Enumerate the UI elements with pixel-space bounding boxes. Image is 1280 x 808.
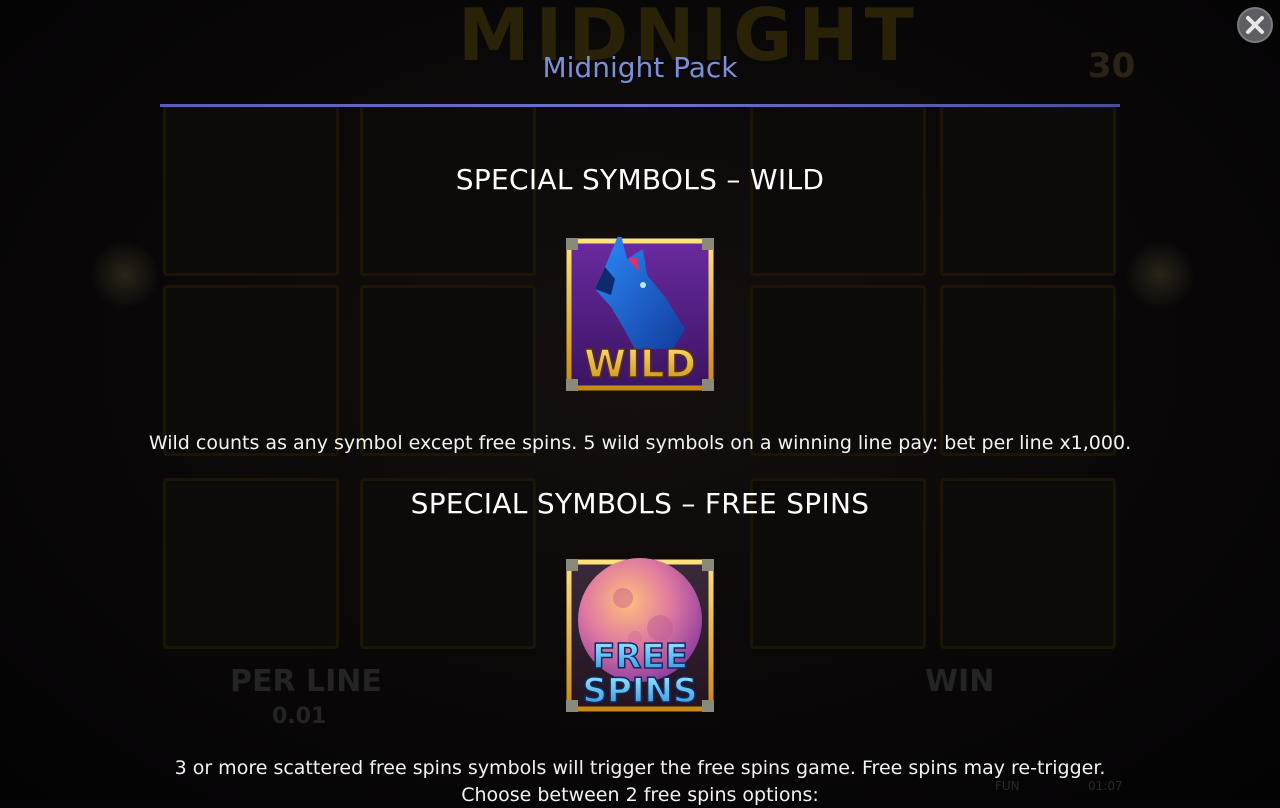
section-title-wild: SPECIAL SYMBOLS – WILD [455,163,825,196]
free-spins-description-line2: Choose between 2 free spins options: [461,784,819,806]
free-spins-symbol-line2: SPINS [583,671,698,711]
close-icon [1246,16,1264,34]
section-title-free-spins: SPECIAL SYMBOLS – FREE SPINS [410,487,870,520]
paytable-overlay: Midnight Pack SPECIAL SYMBOLS – WILD WIL… [0,0,1280,806]
page-title: Midnight Pack [542,51,738,84]
free-spins-description: 3 or more scattered free spins symbols w… [174,757,1106,779]
svg-text:WILD: WILD [584,342,696,386]
close-button[interactable] [1237,7,1273,43]
free-spins-symbol-icon: FREE SPINS [565,558,715,713]
wild-description: Wild counts as any symbol except free sp… [148,432,1132,454]
title-divider [160,104,1120,107]
wild-symbol-icon: WILD [565,237,715,392]
